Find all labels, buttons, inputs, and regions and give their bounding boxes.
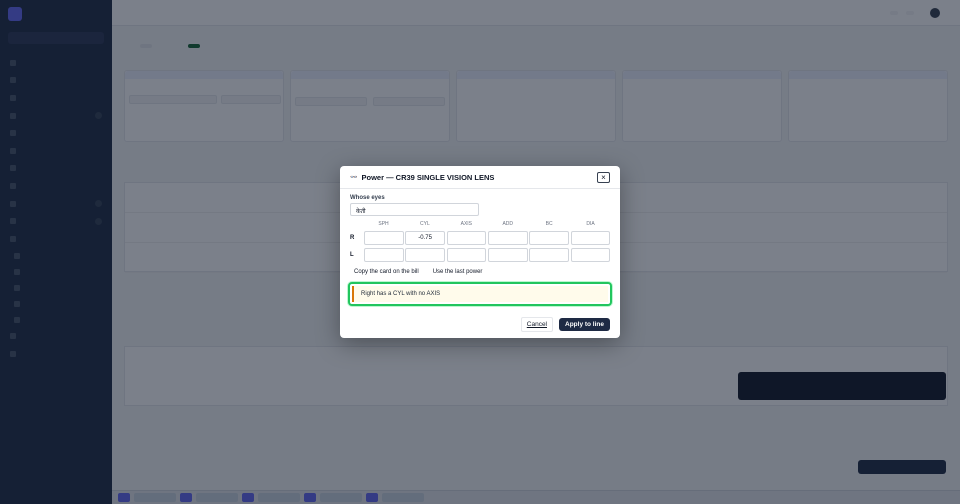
column-header-cyl: CYL <box>420 221 430 227</box>
copy-card-button[interactable]: Copy the card on the bill <box>350 266 423 278</box>
modal-divider <box>340 188 620 189</box>
modal-title: Power — CR39 SINGLE VISION LENS <box>361 173 495 182</box>
left-dia-input[interactable] <box>570 247 611 262</box>
eye-label-left: L <box>350 251 354 258</box>
use-last-power-button[interactable]: Use the last power <box>428 266 487 278</box>
column-header-bc: BC <box>545 221 553 227</box>
whose-eyes-input[interactable]: केती <box>350 203 479 216</box>
left-add-input[interactable] <box>487 247 528 262</box>
eye-label-right: R <box>350 234 355 241</box>
right-axis-input[interactable] <box>446 230 487 245</box>
close-button[interactable]: × <box>597 172 610 183</box>
validation-warning-text: Right has a CYL with no AXIS <box>352 286 608 302</box>
right-add-input[interactable] <box>487 230 528 245</box>
power-row-right: R -0.75 <box>350 229 612 246</box>
right-cyl-input[interactable]: -0.75 <box>405 230 446 245</box>
column-header-axis: AXIS <box>460 221 473 227</box>
power-grid-header: SPH CYL AXIS ADD BC DIA <box>350 221 612 229</box>
left-bc-input[interactable] <box>529 247 570 262</box>
power-modal: 👓 Power — CR39 SINGLE VISION LENS × Whos… <box>340 166 620 338</box>
eye-column-spacer <box>350 221 364 229</box>
power-grid: SPH CYL AXIS ADD BC DIA R -0.75 L <box>350 221 612 263</box>
glasses-icon: 👓 <box>350 175 358 181</box>
modal-header: 👓 Power — CR39 SINGLE VISION LENS <box>350 173 494 182</box>
column-header-dia: DIA <box>586 221 595 227</box>
right-bc-input[interactable] <box>529 230 570 245</box>
modal-actions: Cancel Apply to line <box>520 317 610 332</box>
right-sph-input[interactable] <box>363 230 404 245</box>
power-row-left: L <box>350 246 612 263</box>
column-header-add: ADD <box>502 221 513 227</box>
left-sph-input[interactable] <box>363 247 404 262</box>
whose-eyes-label: Whose eyes <box>350 195 385 201</box>
left-axis-input[interactable] <box>446 247 487 262</box>
validation-warning: Right has a CYL with no AXIS <box>348 282 612 306</box>
left-cyl-input[interactable] <box>405 247 446 262</box>
modal-quick-actions: Copy the card on the bill Use the last p… <box>350 266 487 278</box>
cancel-button[interactable]: Cancel <box>520 317 553 332</box>
column-header-sph: SPH <box>378 221 389 227</box>
apply-to-line-button[interactable]: Apply to line <box>559 318 610 331</box>
right-dia-input[interactable] <box>570 230 611 245</box>
